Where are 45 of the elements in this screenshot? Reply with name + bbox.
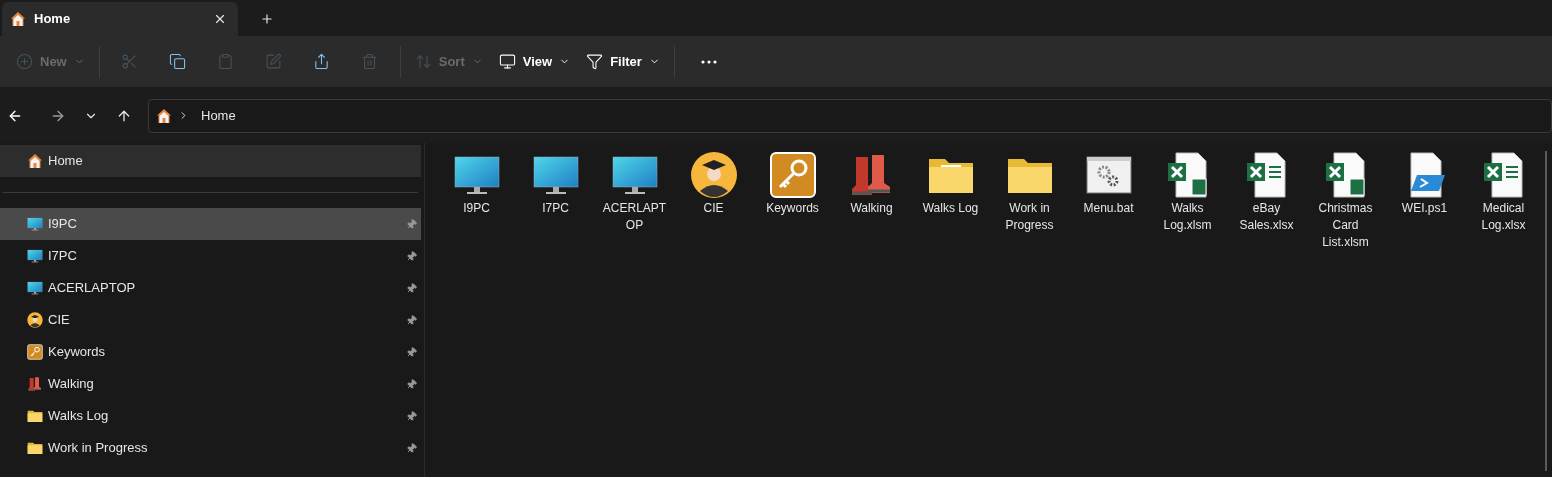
file-item[interactable]: I7PC — [516, 151, 595, 217]
graduate-avatar-icon — [689, 151, 738, 199]
sidebar-item[interactable]: Keywords — [0, 336, 421, 368]
file-item[interactable]: Medical Log.xlsx — [1464, 151, 1543, 234]
file-item[interactable]: CIE — [674, 151, 753, 217]
file-item[interactable]: Menu.bat — [1069, 151, 1148, 217]
monitor-icon — [27, 280, 43, 296]
filter-button[interactable]: Filter — [578, 44, 668, 79]
scrollbar[interactable] — [1545, 151, 1547, 471]
file-item[interactable]: Work in Progress — [990, 151, 1069, 234]
sidebar-item[interactable]: Walks Log — [0, 400, 421, 432]
sidebar-item[interactable]: I7PC — [0, 240, 421, 272]
new-tab-icon[interactable] — [260, 12, 274, 26]
file-item[interactable]: WEI.ps1 — [1385, 151, 1464, 217]
sidebar-item[interactable]: ACERLAPTOP — [0, 272, 421, 304]
file-item[interactable]: Walks Log.xlsm — [1148, 151, 1227, 234]
file-item[interactable]: I9PC — [437, 151, 516, 217]
folder-icon — [27, 440, 43, 456]
breadcrumb[interactable]: Home — [201, 105, 236, 126]
tab[interactable]: Home — [2, 2, 238, 36]
monitor-icon — [27, 248, 43, 264]
file-item[interactable]: Walks Log — [911, 151, 990, 217]
home-icon — [27, 153, 43, 169]
sidebar-item[interactable]: I9PC — [0, 208, 421, 240]
sidebar-item[interactable]: Work in Progress — [0, 432, 421, 464]
tab-title: Home — [34, 10, 72, 29]
folder-icon — [27, 408, 43, 424]
file-item[interactable]: Christmas Card List.xlsm — [1306, 151, 1385, 251]
file-item[interactable]: eBay Sales.xlsx — [1227, 151, 1306, 234]
close-icon[interactable] — [213, 12, 227, 26]
file-item[interactable]: ACERLAPTOP — [595, 151, 674, 234]
graduate-avatar-icon — [27, 312, 43, 328]
sidebar-item[interactable]: CIE — [0, 304, 421, 336]
key-icon — [768, 151, 817, 199]
sidebar-item[interactable]: Walking — [0, 368, 421, 400]
address-bar[interactable]: Home — [148, 98, 1552, 133]
file-item[interactable]: Keywords — [753, 151, 832, 217]
home-icon — [156, 107, 172, 124]
file-item[interactable]: Walking — [832, 151, 911, 217]
key-icon — [27, 344, 43, 360]
boots-icon — [27, 376, 43, 392]
monitor-icon — [27, 216, 43, 232]
home-icon — [10, 11, 26, 27]
sidebar-item[interactable]: Home — [0, 145, 421, 177]
view-button[interactable]: View — [490, 44, 579, 79]
